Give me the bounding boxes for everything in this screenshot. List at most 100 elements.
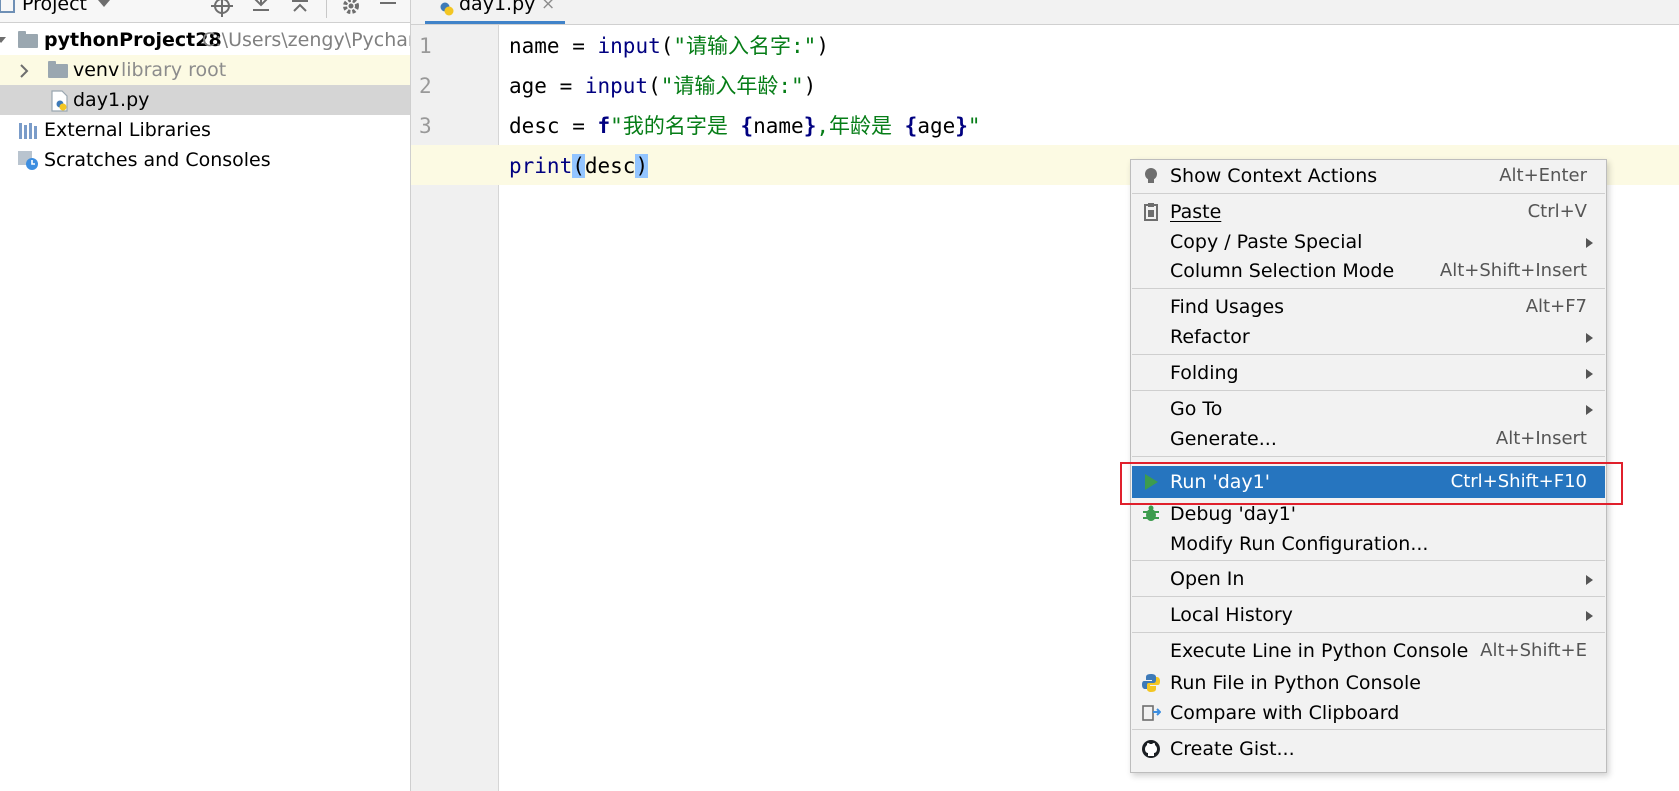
- code-token: "请输入名字:": [673, 34, 817, 58]
- menu-item-column-selection-mode[interactable]: Column Selection Mode Alt+Shift+Insert: [1132, 255, 1605, 287]
- tree-row-project[interactable]: pythonProject28 C:\Users\zengy\Pycharm: [0, 25, 410, 55]
- submenu-arrow-icon: [1586, 611, 1593, 621]
- code-token: ): [803, 74, 817, 98]
- menu-shortcut: Alt+Enter: [1499, 165, 1587, 186]
- line-number: 2: [419, 74, 432, 98]
- expand-all-icon[interactable]: [250, 0, 272, 17]
- submenu-arrow-icon: [1586, 238, 1593, 248]
- menu-separator: [1132, 632, 1605, 633]
- code-token: ": [967, 114, 981, 138]
- bug-icon: [1143, 505, 1159, 521]
- menu-label: Open In: [1170, 568, 1245, 590]
- menu-item-paste[interactable]: Paste Ctrl+V: [1132, 196, 1605, 228]
- code-token: "请输入年龄:": [660, 74, 804, 98]
- menu-item-open-in[interactable]: Open In: [1132, 563, 1605, 595]
- locate-file-icon[interactable]: [211, 0, 233, 17]
- tree-expand-arrow-icon[interactable]: [0, 36, 6, 46]
- menu-separator: [1132, 193, 1605, 194]
- code-line-2: age = input("请输入年龄:"): [509, 66, 816, 106]
- menu-item-copy-paste-special[interactable]: Copy / Paste Special: [1132, 226, 1605, 258]
- project-name: pythonProject28: [44, 29, 222, 51]
- menu-separator: [1132, 390, 1605, 391]
- menu-separator: [1132, 729, 1605, 730]
- python-file-icon: [51, 90, 68, 112]
- code-line-3: desc = f"我的名字是 {name},年龄是 {age}": [509, 106, 981, 146]
- code-line-4: print(desc): [509, 146, 649, 186]
- menu-label: Copy / Paste Special: [1170, 231, 1363, 253]
- project-path: C:\Users\zengy\Pycharm: [202, 29, 410, 51]
- code-token: ): [635, 154, 649, 178]
- menu-label: Find Usages: [1170, 296, 1285, 318]
- close-icon[interactable]: ×: [541, 0, 555, 14]
- code-token: (: [572, 154, 585, 178]
- menu-item-execute-line-python-console[interactable]: Execute Line in Python Console Alt+Shift…: [1132, 635, 1605, 667]
- annotation-highlight-box: [1120, 462, 1623, 505]
- minimize-icon[interactable]: [378, 0, 398, 12]
- menu-item-modify-run-configuration[interactable]: Modify Run Configuration...: [1132, 528, 1605, 560]
- gear-icon[interactable]: [340, 0, 362, 17]
- menu-item-run-file-python-console[interactable]: Run File in Python Console: [1132, 667, 1605, 699]
- menu-shortcut: Alt+Insert: [1495, 428, 1587, 449]
- menu-item-refactor[interactable]: Refactor: [1132, 321, 1605, 353]
- library-icon: [19, 123, 37, 139]
- menu-item-folding[interactable]: Folding: [1132, 357, 1605, 389]
- scratches-label: Scratches and Consoles: [44, 149, 271, 171]
- menu-shortcut: Alt+Shift+Insert: [1439, 260, 1587, 281]
- github-icon: [1142, 740, 1160, 758]
- code-token: (: [648, 74, 661, 98]
- menu-shortcut: Ctrl+V: [1527, 201, 1587, 222]
- menu-item-local-history[interactable]: Local History: [1132, 599, 1605, 631]
- menu-label: Folding: [1170, 362, 1239, 384]
- project-panel-title[interactable]: Project: [22, 0, 87, 15]
- code-token: (: [660, 34, 674, 58]
- tree-collapsed-arrow-icon[interactable]: [19, 64, 29, 78]
- tree-row-external-libraries[interactable]: External Libraries: [0, 115, 410, 145]
- submenu-arrow-icon: [1586, 575, 1593, 585]
- code-token: name =: [509, 34, 598, 58]
- code-token: {: [904, 114, 918, 138]
- menu-label: Go To: [1170, 398, 1223, 420]
- menu-label: Generate...: [1170, 428, 1277, 450]
- tab-day1[interactable]: day1.py ×: [425, 0, 565, 24]
- code-token: ,年龄是: [816, 114, 905, 138]
- external-libraries-label: External Libraries: [44, 119, 211, 141]
- project-view-icon[interactable]: [0, 0, 18, 16]
- folder-icon: [18, 31, 38, 48]
- menu-item-go-to[interactable]: Go To: [1132, 393, 1605, 425]
- menu-label: Local History: [1170, 604, 1293, 626]
- collapse-all-icon[interactable]: [289, 0, 311, 17]
- menu-label: Create Gist...: [1170, 738, 1295, 760]
- submenu-arrow-icon: [1586, 405, 1593, 415]
- scratches-icon: [18, 151, 38, 170]
- menu-item-generate[interactable]: Generate... Alt+Insert: [1132, 423, 1605, 455]
- menu-separator: [1132, 354, 1605, 355]
- tree-row-venv[interactable]: venv library root: [0, 55, 410, 85]
- menu-label: Run File in Python Console: [1170, 672, 1421, 694]
- code-token: desc =: [509, 114, 598, 138]
- menu-item-compare-with-clipboard[interactable]: Compare with Clipboard: [1132, 697, 1605, 729]
- line-number: 1: [419, 34, 432, 58]
- code-token: desc: [584, 154, 636, 178]
- venv-name: venv: [73, 59, 120, 81]
- menu-item-find-usages[interactable]: Find Usages Alt+F7: [1132, 291, 1605, 323]
- python-file-icon: [440, 2, 454, 16]
- menu-label: Paste: [1170, 201, 1222, 223]
- tree-row-scratches[interactable]: Scratches and Consoles: [0, 145, 410, 175]
- code-token: age: [917, 114, 956, 138]
- menu-separator: [1132, 596, 1605, 597]
- chevron-down-icon[interactable]: [97, 0, 111, 10]
- menu-separator: [1132, 288, 1605, 289]
- project-panel: Project pythonProject28 C:\Users\zengy\P…: [0, 0, 411, 791]
- submenu-arrow-icon: [1586, 333, 1593, 343]
- code-token: input: [584, 74, 649, 98]
- menu-item-show-context-actions[interactable]: Show Context Actions Alt+Enter: [1132, 160, 1605, 192]
- menu-separator: [1132, 560, 1605, 561]
- code-token: f: [597, 114, 611, 138]
- code-token: print: [509, 154, 573, 178]
- menu-item-create-gist[interactable]: Create Gist...: [1132, 733, 1605, 765]
- menu-label: Modify Run Configuration...: [1170, 533, 1429, 555]
- menu-separator: [1132, 456, 1605, 457]
- editor-tab-bar: day1.py ×: [411, 0, 1679, 25]
- menu-label: Execute Line in Python Console: [1170, 640, 1469, 662]
- tree-row-day1[interactable]: day1.py: [0, 85, 410, 115]
